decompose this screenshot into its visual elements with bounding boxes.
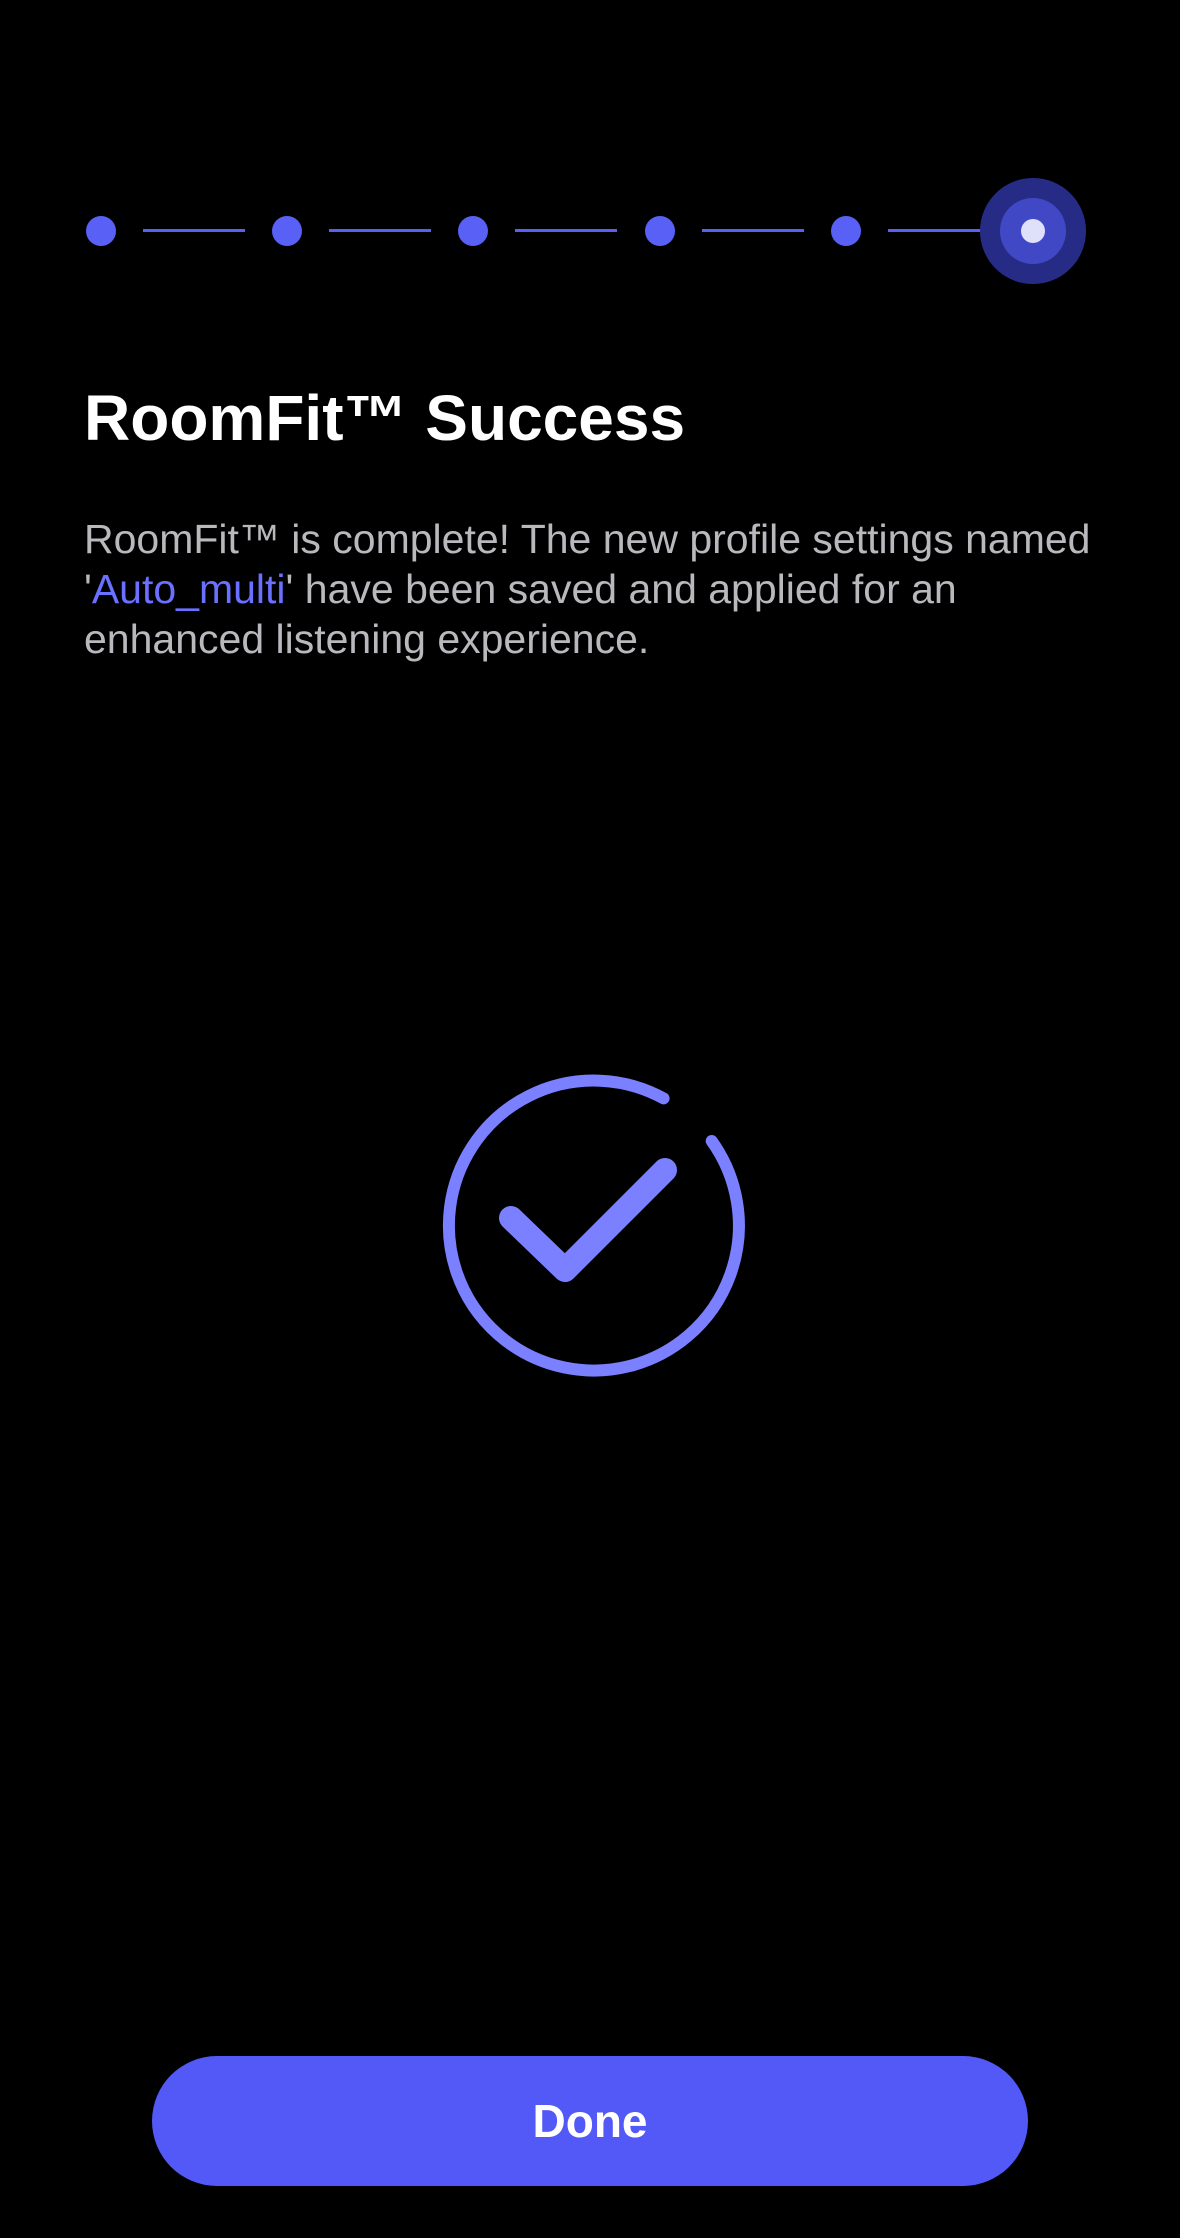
- page-title: RoomFit™ Success: [84, 382, 686, 454]
- completion-message: RoomFit™ is complete! The new profile se…: [84, 514, 1104, 664]
- step-connector: [143, 229, 245, 232]
- step-connector: [888, 229, 990, 232]
- check-circle-icon: [430, 1060, 750, 1380]
- step-4-dot: [645, 216, 675, 246]
- step-1-dot: [86, 216, 116, 246]
- step-connector: [329, 229, 431, 232]
- done-button[interactable]: Done: [152, 2056, 1028, 2186]
- step-2-dot: [272, 216, 302, 246]
- step-connector: [702, 229, 804, 232]
- current-step-dot: [1021, 219, 1045, 243]
- step-connector: [515, 229, 617, 232]
- step-3-dot: [458, 216, 488, 246]
- progress-stepper: [0, 0, 1180, 300]
- profile-name: Auto_multi: [91, 566, 286, 612]
- step-5-dot: [831, 216, 861, 246]
